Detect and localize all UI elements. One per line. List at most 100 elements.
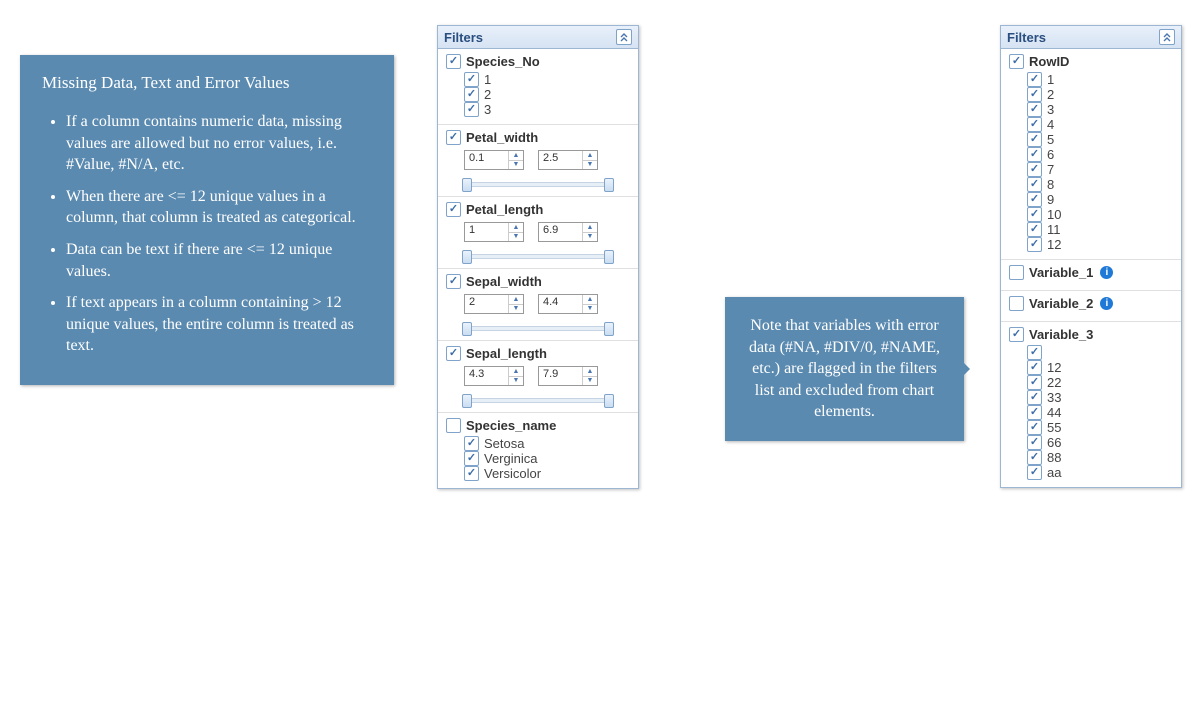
spinner-down-icon[interactable]: ▼ bbox=[583, 161, 597, 170]
slider-handle-max[interactable] bbox=[604, 250, 614, 264]
range-slider[interactable] bbox=[464, 177, 612, 189]
checkbox[interactable] bbox=[1027, 147, 1042, 162]
filter-value-label: aa bbox=[1047, 465, 1061, 480]
checkbox[interactable] bbox=[1027, 177, 1042, 192]
slider-handle-min[interactable] bbox=[462, 322, 472, 336]
spinner-down-icon[interactable]: ▼ bbox=[509, 233, 523, 242]
checkbox[interactable] bbox=[446, 346, 461, 361]
checkbox[interactable] bbox=[1027, 375, 1042, 390]
filter-value-label: 8 bbox=[1047, 177, 1054, 192]
checkbox[interactable] bbox=[1027, 390, 1042, 405]
filter-value-row: 11 bbox=[1009, 222, 1173, 237]
spinner-up-icon[interactable]: ▲ bbox=[509, 223, 523, 233]
filter-value-label: 7 bbox=[1047, 162, 1054, 177]
collapse-button[interactable] bbox=[1159, 29, 1175, 45]
slider-handle-min[interactable] bbox=[462, 178, 472, 192]
checkbox[interactable] bbox=[464, 72, 479, 87]
slider-handle-min[interactable] bbox=[462, 394, 472, 408]
checkbox[interactable] bbox=[1027, 132, 1042, 147]
checkbox[interactable] bbox=[1009, 54, 1024, 69]
filter-header: Species_No bbox=[446, 54, 630, 69]
checkbox[interactable] bbox=[1027, 450, 1042, 465]
range-inputs: 2▲▼ 4.4▲▼ bbox=[446, 292, 630, 318]
checkbox[interactable] bbox=[464, 102, 479, 117]
panel-title: Filters bbox=[444, 30, 483, 45]
filter-value-row: 2 bbox=[1009, 87, 1173, 102]
checkbox[interactable] bbox=[1027, 102, 1042, 117]
spinner-down-icon[interactable]: ▼ bbox=[509, 305, 523, 314]
spinner-down-icon[interactable]: ▼ bbox=[583, 377, 597, 386]
filter-value-label: 66 bbox=[1047, 435, 1061, 450]
filter-value-row: 9 bbox=[1009, 192, 1173, 207]
filter-value-label: 3 bbox=[1047, 102, 1054, 117]
checkbox[interactable] bbox=[464, 451, 479, 466]
filter-header: Variable_3 bbox=[1009, 327, 1173, 342]
slider-track bbox=[464, 398, 612, 403]
collapse-button[interactable] bbox=[616, 29, 632, 45]
slider-handle-max[interactable] bbox=[604, 322, 614, 336]
spinner-value: 2.5 bbox=[539, 151, 582, 169]
spinner-input[interactable]: 2▲▼ bbox=[464, 294, 524, 314]
range-slider[interactable] bbox=[464, 393, 612, 405]
checkbox[interactable] bbox=[1027, 222, 1042, 237]
checkbox[interactable] bbox=[1027, 192, 1042, 207]
checkbox[interactable] bbox=[446, 130, 461, 145]
range-inputs: 0.1▲▼2.5▲▼ bbox=[446, 148, 630, 174]
checkbox[interactable] bbox=[446, 202, 461, 217]
checkbox[interactable] bbox=[1027, 360, 1042, 375]
spinner-input[interactable]: 4.4▲▼ bbox=[538, 294, 598, 314]
panel-title: Filters bbox=[1007, 30, 1046, 45]
range-slider[interactable] bbox=[464, 321, 612, 333]
checkbox[interactable] bbox=[1027, 72, 1042, 87]
checkbox[interactable] bbox=[446, 418, 461, 433]
spinner-input[interactable]: 7.9▲▼ bbox=[538, 366, 598, 386]
checkbox[interactable] bbox=[464, 87, 479, 102]
filter-value-row: 33 bbox=[1009, 390, 1173, 405]
spinner-input[interactable]: 1▲▼ bbox=[464, 222, 524, 242]
range-slider[interactable] bbox=[464, 249, 612, 261]
checkbox[interactable] bbox=[1027, 87, 1042, 102]
chevrons-up-icon bbox=[1162, 32, 1172, 42]
checkbox[interactable] bbox=[1009, 265, 1024, 280]
spinner-up-icon[interactable]: ▲ bbox=[509, 151, 523, 161]
filter-section: Sepal_length4.3▲▼7.9▲▼ bbox=[438, 341, 638, 413]
checkbox[interactable] bbox=[1027, 420, 1042, 435]
checkbox[interactable] bbox=[1027, 345, 1042, 360]
checkbox[interactable] bbox=[1027, 162, 1042, 177]
checkbox[interactable] bbox=[1027, 405, 1042, 420]
checkbox[interactable] bbox=[1027, 465, 1042, 480]
spinner-input[interactable]: 4.3▲▼ bbox=[464, 366, 524, 386]
spinner-up-icon[interactable]: ▲ bbox=[509, 295, 523, 305]
slider-handle-max[interactable] bbox=[604, 394, 614, 408]
spinner-input[interactable]: 2.5▲▼ bbox=[538, 150, 598, 170]
slider-handle-max[interactable] bbox=[604, 178, 614, 192]
filter-value-label: 11 bbox=[1047, 222, 1061, 237]
spinner-down-icon[interactable]: ▼ bbox=[583, 233, 597, 242]
checkbox[interactable] bbox=[464, 436, 479, 451]
spinner-up-icon[interactable]: ▲ bbox=[583, 223, 597, 233]
checkbox[interactable] bbox=[1027, 435, 1042, 450]
checkbox[interactable] bbox=[446, 274, 461, 289]
checkbox[interactable] bbox=[464, 466, 479, 481]
spinner-down-icon[interactable]: ▼ bbox=[509, 161, 523, 170]
filter-value-label: 1 bbox=[1047, 72, 1054, 87]
callout-note-error-data: Note that variables with error data (#NA… bbox=[725, 297, 964, 441]
checkbox[interactable] bbox=[1027, 117, 1042, 132]
spinner-input[interactable]: 0.1▲▼ bbox=[464, 150, 524, 170]
info-icon[interactable]: i bbox=[1100, 297, 1113, 310]
spinner-up-icon[interactable]: ▲ bbox=[509, 367, 523, 377]
spinner-down-icon[interactable]: ▼ bbox=[509, 377, 523, 386]
checkbox[interactable] bbox=[1027, 207, 1042, 222]
spinner-up-icon[interactable]: ▲ bbox=[583, 367, 597, 377]
spinner-up-icon[interactable]: ▲ bbox=[583, 151, 597, 161]
spinner-down-icon[interactable]: ▼ bbox=[583, 305, 597, 314]
info-icon[interactable]: i bbox=[1100, 266, 1113, 279]
checkbox[interactable] bbox=[446, 54, 461, 69]
checkbox[interactable] bbox=[1009, 296, 1024, 311]
spinner-input[interactable]: 6.9▲▼ bbox=[538, 222, 598, 242]
checkbox[interactable] bbox=[1027, 237, 1042, 252]
filter-value-row bbox=[1009, 345, 1173, 360]
spinner-up-icon[interactable]: ▲ bbox=[583, 295, 597, 305]
slider-handle-min[interactable] bbox=[462, 250, 472, 264]
checkbox[interactable] bbox=[1009, 327, 1024, 342]
